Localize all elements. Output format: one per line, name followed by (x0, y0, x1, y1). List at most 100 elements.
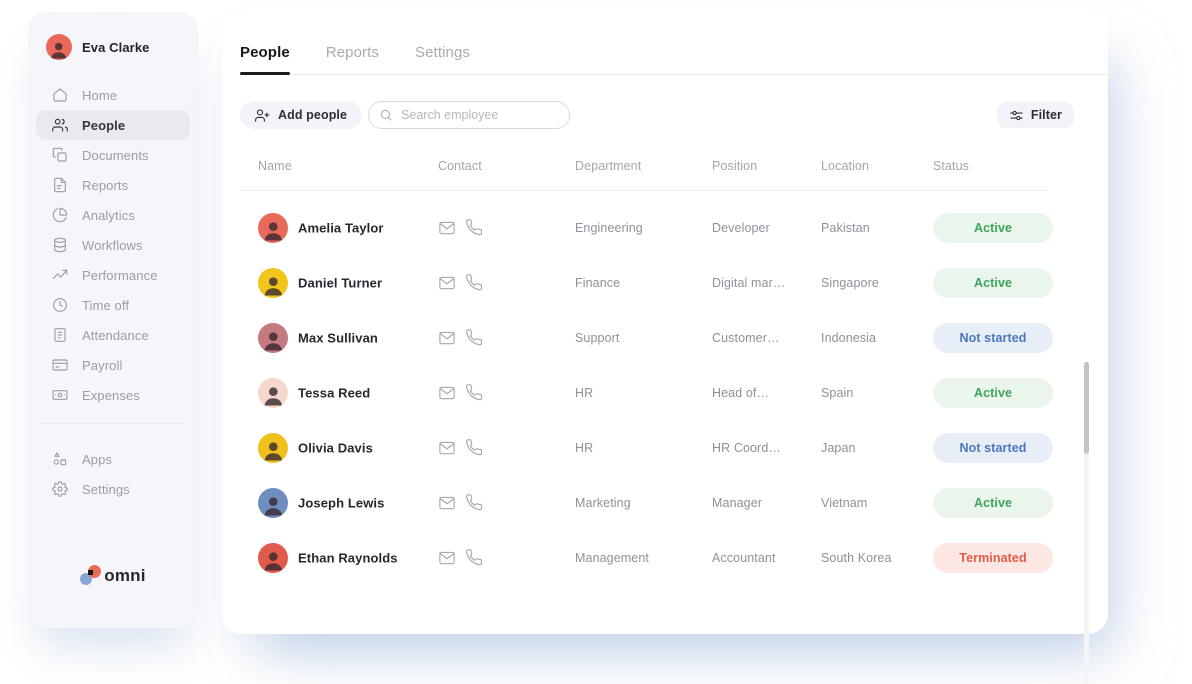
add-people-button[interactable]: Add people (240, 101, 362, 129)
contact-cell (438, 494, 483, 512)
home-icon (52, 87, 68, 103)
employee-department: Support (575, 331, 619, 345)
status-badge: Terminated (933, 543, 1053, 573)
employee-position: Customer… (712, 331, 780, 345)
filter-sliders-icon (1009, 108, 1024, 123)
sidebar-item-documents[interactable]: Documents (36, 140, 190, 170)
sidebar-item-label: Documents (82, 148, 149, 163)
status-badge: Active (933, 213, 1053, 243)
payroll-icon (52, 357, 68, 373)
contact-cell (438, 274, 483, 292)
settings-icon (52, 481, 68, 497)
phone-icon[interactable] (465, 439, 483, 457)
phone-icon[interactable] (465, 384, 483, 402)
phone-icon[interactable] (465, 274, 483, 292)
table-row[interactable]: Tessa Reed HR Head of… Spain Active (240, 365, 1065, 420)
sidebar-item-apps[interactable]: Apps (36, 444, 190, 474)
sidebar-item-label: Payroll (82, 358, 122, 373)
column-header-position: Position (712, 159, 757, 173)
mail-icon[interactable] (438, 439, 456, 457)
table-row[interactable]: Olivia Davis HR HR Coord… Japan Not star… (240, 420, 1065, 475)
sidebar-item-workflows[interactable]: Workflows (36, 230, 190, 260)
employee-name: Max Sullivan (298, 330, 378, 345)
mail-icon[interactable] (438, 549, 456, 567)
search-icon (379, 108, 393, 122)
employee-department: Finance (575, 276, 620, 290)
employee-name: Amelia Taylor (298, 220, 384, 235)
employee-avatar-icon (258, 213, 288, 243)
search-box (368, 101, 570, 129)
phone-icon[interactable] (465, 549, 483, 567)
user-avatar-icon (46, 34, 72, 60)
search-input[interactable] (368, 101, 570, 129)
table-row[interactable]: Ethan Raynolds Management Accountant Sou… (240, 530, 1065, 585)
table-row[interactable]: Joseph Lewis Marketing Manager Vietnam A… (240, 475, 1065, 530)
mail-icon[interactable] (438, 329, 456, 347)
tab-bar: People Reports Settings (240, 44, 1108, 75)
people-icon (52, 117, 68, 133)
column-header-name: Name (258, 159, 292, 173)
contact-cell (438, 219, 483, 237)
employee-department: Engineering (575, 221, 643, 235)
employee-position: Digital mar… (712, 276, 785, 290)
mail-icon[interactable] (438, 384, 456, 402)
documents-icon (52, 147, 68, 163)
table-row[interactable]: Amelia Taylor Engineering Developer Paki… (240, 200, 1065, 255)
scrollbar-thumb[interactable] (1084, 362, 1089, 454)
user-profile[interactable]: Eva Clarke (46, 34, 190, 60)
status-badge: Not started (933, 433, 1053, 463)
sidebar-item-expenses[interactable]: Expenses (36, 380, 190, 410)
tab-settings[interactable]: Settings (415, 44, 470, 74)
sidebar-item-attendance[interactable]: Attendance (36, 320, 190, 350)
time-off-icon (52, 297, 68, 313)
employee-name: Tessa Reed (298, 385, 370, 400)
performance-icon (52, 267, 68, 283)
tab-people[interactable]: People (240, 44, 290, 74)
sidebar-item-payroll[interactable]: Payroll (36, 350, 190, 380)
employee-position: Developer (712, 221, 770, 235)
sidebar-item-home[interactable]: Home (36, 80, 190, 110)
sidebar: Eva Clarke Home People Documents Reports… (28, 12, 198, 628)
employee-avatar-icon (258, 433, 288, 463)
status-badge: Active (933, 488, 1053, 518)
employee-location: Spain (821, 386, 853, 400)
sidebar-item-performance[interactable]: Performance (36, 260, 190, 290)
table-row[interactable]: Daniel Turner Finance Digital mar… Singa… (240, 255, 1065, 310)
phone-icon[interactable] (465, 494, 483, 512)
employee-avatar-icon (258, 488, 288, 518)
employee-avatar-icon (258, 543, 288, 573)
sidebar-item-label: Expenses (82, 388, 140, 403)
mail-icon[interactable] (438, 219, 456, 237)
employee-location: South Korea (821, 551, 892, 565)
status-badge: Not started (933, 323, 1053, 353)
sidebar-item-reports[interactable]: Reports (36, 170, 190, 200)
filter-button[interactable]: Filter (997, 102, 1074, 128)
add-person-icon (255, 108, 270, 123)
status-badge: Active (933, 268, 1053, 298)
employee-location: Indonesia (821, 331, 876, 345)
omni-logo-text: omni (104, 566, 145, 586)
sidebar-item-people[interactable]: People (36, 110, 190, 140)
phone-icon[interactable] (465, 329, 483, 347)
sidebar-item-time-off[interactable]: Time off (36, 290, 190, 320)
employee-department: Management (575, 551, 649, 565)
column-header-location: Location (821, 159, 869, 173)
contact-cell (438, 329, 483, 347)
omni-logo: omni (28, 564, 198, 588)
contact-cell (438, 439, 483, 457)
sidebar-item-settings[interactable]: Settings (36, 474, 190, 504)
employee-department: HR (575, 386, 593, 400)
sidebar-item-label: Reports (82, 178, 128, 193)
column-header-status: Status (933, 159, 969, 173)
sidebar-item-analytics[interactable]: Analytics (36, 200, 190, 230)
table-row[interactable]: Max Sullivan Support Customer… Indonesia… (240, 310, 1065, 365)
employee-location: Singapore (821, 276, 879, 290)
mail-icon[interactable] (438, 274, 456, 292)
employee-name: Ethan Raynolds (298, 550, 398, 565)
tab-reports[interactable]: Reports (326, 44, 379, 74)
phone-icon[interactable] (465, 219, 483, 237)
sidebar-item-label: Time off (82, 298, 129, 313)
analytics-icon (52, 207, 68, 223)
employee-table: NameContactDepartmentPositionLocationSta… (240, 159, 1108, 585)
mail-icon[interactable] (438, 494, 456, 512)
